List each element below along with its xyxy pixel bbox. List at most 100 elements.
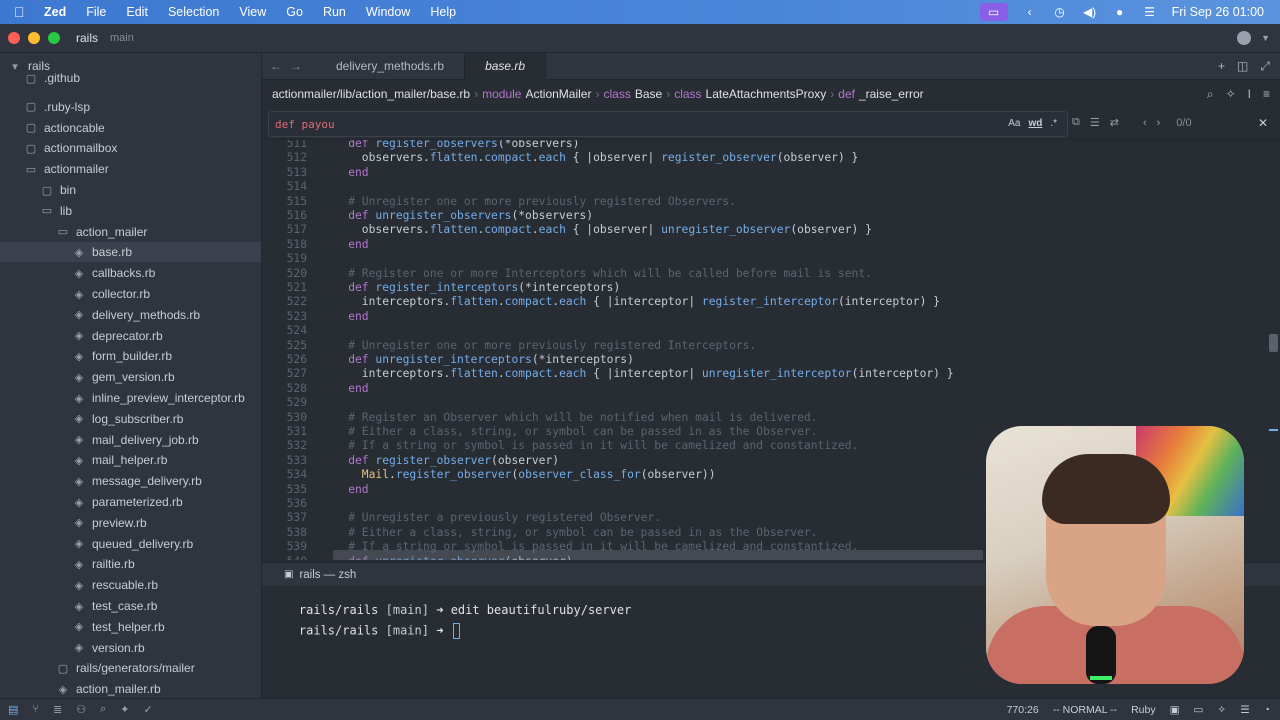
maximize-icon[interactable]: ⤢	[1260, 59, 1270, 74]
tree-item[interactable]: ◈ queued_delivery.rb	[0, 534, 261, 554]
tree-item[interactable]: ▢ rails/generators/mailer	[0, 658, 261, 678]
tree-item[interactable]: ◈ gem_version.rb	[0, 367, 261, 387]
terminal-cursor[interactable]	[452, 623, 460, 639]
plus-icon[interactable]: +	[1218, 59, 1225, 74]
tree-item[interactable]: ◈ test_helper.rb	[0, 617, 261, 637]
menu-go[interactable]: Go	[286, 5, 303, 19]
tree-item[interactable]: ▢ bin	[0, 180, 261, 200]
code-token: interceptors.	[321, 367, 451, 381]
menu-view[interactable]: View	[239, 5, 266, 19]
match-case-toggle[interactable]: Aa	[1008, 118, 1020, 129]
zoom-window-button[interactable]	[48, 32, 60, 44]
breadcrumb-symbol[interactable]: Base	[635, 87, 662, 101]
project-name[interactable]: rails	[76, 31, 98, 45]
list-icon[interactable]: ☰	[1090, 116, 1100, 129]
terminal-tab[interactable]: ▣ rails — zsh	[274, 569, 366, 581]
breadcrumb-symbol[interactable]: LateAttachmentsProxy	[706, 87, 827, 101]
chevron-left-icon[interactable]: ‹	[1143, 117, 1147, 129]
language-selector[interactable]: Ruby	[1131, 704, 1156, 716]
tree-item[interactable]: ◈ mail_helper.rb	[0, 450, 261, 470]
outline-icon[interactable]: ≣	[53, 703, 62, 716]
close-window-button[interactable]	[8, 32, 20, 44]
tree-item[interactable]: ◈ base.rb	[0, 242, 261, 263]
arrow-left-icon[interactable]: ←	[266, 59, 286, 73]
control-center-icon[interactable]: ☰	[1142, 5, 1158, 19]
apple-icon[interactable]: 	[14, 4, 32, 20]
diagnostics-icon[interactable]: ✦	[120, 703, 129, 716]
sliders-icon[interactable]: ≡	[1263, 87, 1270, 102]
tab-base-rb[interactable]: base.rb	[465, 52, 547, 80]
regex-toggle[interactable]: .*	[1050, 118, 1057, 129]
menu-selection[interactable]: Selection	[168, 5, 219, 19]
project-panel-icon[interactable]: ▤	[8, 703, 18, 716]
git-branch-icon[interactable]: ⑂	[32, 703, 39, 716]
assistant-icon[interactable]: ✧	[1226, 87, 1236, 102]
tree-item[interactable]: ◈ message_delivery.rb	[0, 471, 261, 491]
tree-item[interactable]: ◈ railtie.rb	[0, 554, 261, 574]
menu-bar-clock[interactable]: Fri Sep 26 01:00	[1172, 5, 1264, 19]
collab-icon[interactable]: ⚇	[76, 703, 86, 716]
tree-item[interactable]: ▢ .github	[0, 68, 261, 88]
check-icon[interactable]: ✓	[144, 703, 153, 716]
cursor-position[interactable]: 770:26	[1007, 704, 1039, 716]
chevron-right-icon[interactable]: ›	[1157, 117, 1161, 129]
menu-run[interactable]: Run	[323, 5, 346, 19]
tree-item[interactable]: ◈ inline_preview_interceptor.rb	[0, 388, 261, 408]
menu-help[interactable]: Help	[430, 5, 456, 19]
tree-item[interactable]: ▭ actionmailer	[0, 159, 261, 179]
breadcrumb-path[interactable]: actionmailer/lib/action_mailer/base.rb	[272, 87, 470, 101]
menu-edit[interactable]: Edit	[126, 5, 148, 19]
horizontal-scrollbar[interactable]	[333, 550, 983, 560]
notification-icon[interactable]: ◔	[1264, 704, 1270, 716]
branch-name[interactable]: main	[110, 32, 134, 44]
search-input[interactable]	[269, 112, 989, 136]
tree-item[interactable]: ◈ form_builder.rb	[0, 346, 261, 366]
avatar[interactable]	[1237, 31, 1252, 45]
screen-record-icon[interactable]: ▭	[979, 3, 1008, 21]
app-status-icon[interactable]: ●	[1112, 5, 1128, 19]
volume-icon[interactable]: ◀)	[1082, 5, 1098, 19]
tab-delivery-methods[interactable]: delivery_methods.rb	[316, 52, 466, 80]
tree-item[interactable]: ◈ callbacks.rb	[0, 263, 261, 283]
menu-app-name[interactable]: Zed	[44, 5, 66, 19]
menu-window[interactable]: Window	[366, 5, 410, 19]
tree-item[interactable]: ◈ deprecator.rb	[0, 326, 261, 346]
terminal-icon[interactable]: ▭	[1194, 704, 1204, 716]
assistant-icon[interactable]: ✧	[1217, 704, 1226, 716]
breadcrumb-symbol[interactable]: _raise_error	[859, 87, 924, 101]
breadcrumb-symbol[interactable]: ActionMailer	[525, 87, 591, 101]
tree-item[interactable]: ◈ log_subscriber.rb	[0, 409, 261, 429]
tree-item[interactable]: ◈ version.rb	[0, 638, 261, 658]
tree-item[interactable]: ◈ mail_delivery_job.rb	[0, 430, 261, 450]
tree-item[interactable]: ◈ action_mailer.rb	[0, 679, 261, 698]
tree-item[interactable]: ◈ delivery_methods.rb	[0, 305, 261, 325]
split-pane-icon[interactable]: ◫	[1237, 59, 1248, 74]
chevron-down-icon[interactable]: ▼	[1261, 33, 1270, 43]
tree-item[interactable]: ▭ lib	[0, 201, 261, 221]
arrow-right-icon[interactable]: →	[286, 59, 306, 73]
replace-icon[interactable]: ⇄	[1110, 116, 1119, 129]
tree-item[interactable]: ▢ .ruby-lsp	[0, 97, 261, 117]
whole-word-toggle[interactable]: wd	[1028, 118, 1042, 129]
vertical-scrollbar[interactable]	[1269, 334, 1278, 352]
image-icon[interactable]: ▣	[1170, 704, 1180, 716]
search-icon[interactable]: ⌕	[100, 703, 106, 716]
close-icon[interactable]: ✕	[1258, 116, 1268, 130]
tree-item[interactable]: ◈ preview.rb	[0, 513, 261, 533]
chevron-left-icon[interactable]: ‹	[1022, 5, 1038, 19]
tree-item[interactable]: ◈ parameterized.rb	[0, 492, 261, 512]
tree-item-label: bin	[60, 183, 77, 197]
tree-item[interactable]: ▭ action_mailer	[0, 222, 261, 242]
tree-item[interactable]: ◈ test_case.rb	[0, 596, 261, 616]
tree-item[interactable]: ▢ actioncable	[0, 118, 261, 138]
minimize-window-button[interactable]	[28, 32, 40, 44]
chat-icon[interactable]: ☰	[1240, 704, 1249, 716]
tree-item[interactable]: ▢ actionmailbox	[0, 138, 261, 158]
menu-file[interactable]: File	[86, 5, 106, 19]
search-icon[interactable]: ⌕	[1207, 87, 1214, 102]
tree-item[interactable]: ◈ rescuable.rb	[0, 575, 261, 595]
time-machine-icon[interactable]: ◷	[1052, 5, 1068, 19]
tree-item[interactable]: ◈ collector.rb	[0, 284, 261, 304]
cursor-icon[interactable]: I	[1248, 87, 1251, 102]
select-all-matches-icon[interactable]: ⧉	[1072, 116, 1080, 129]
